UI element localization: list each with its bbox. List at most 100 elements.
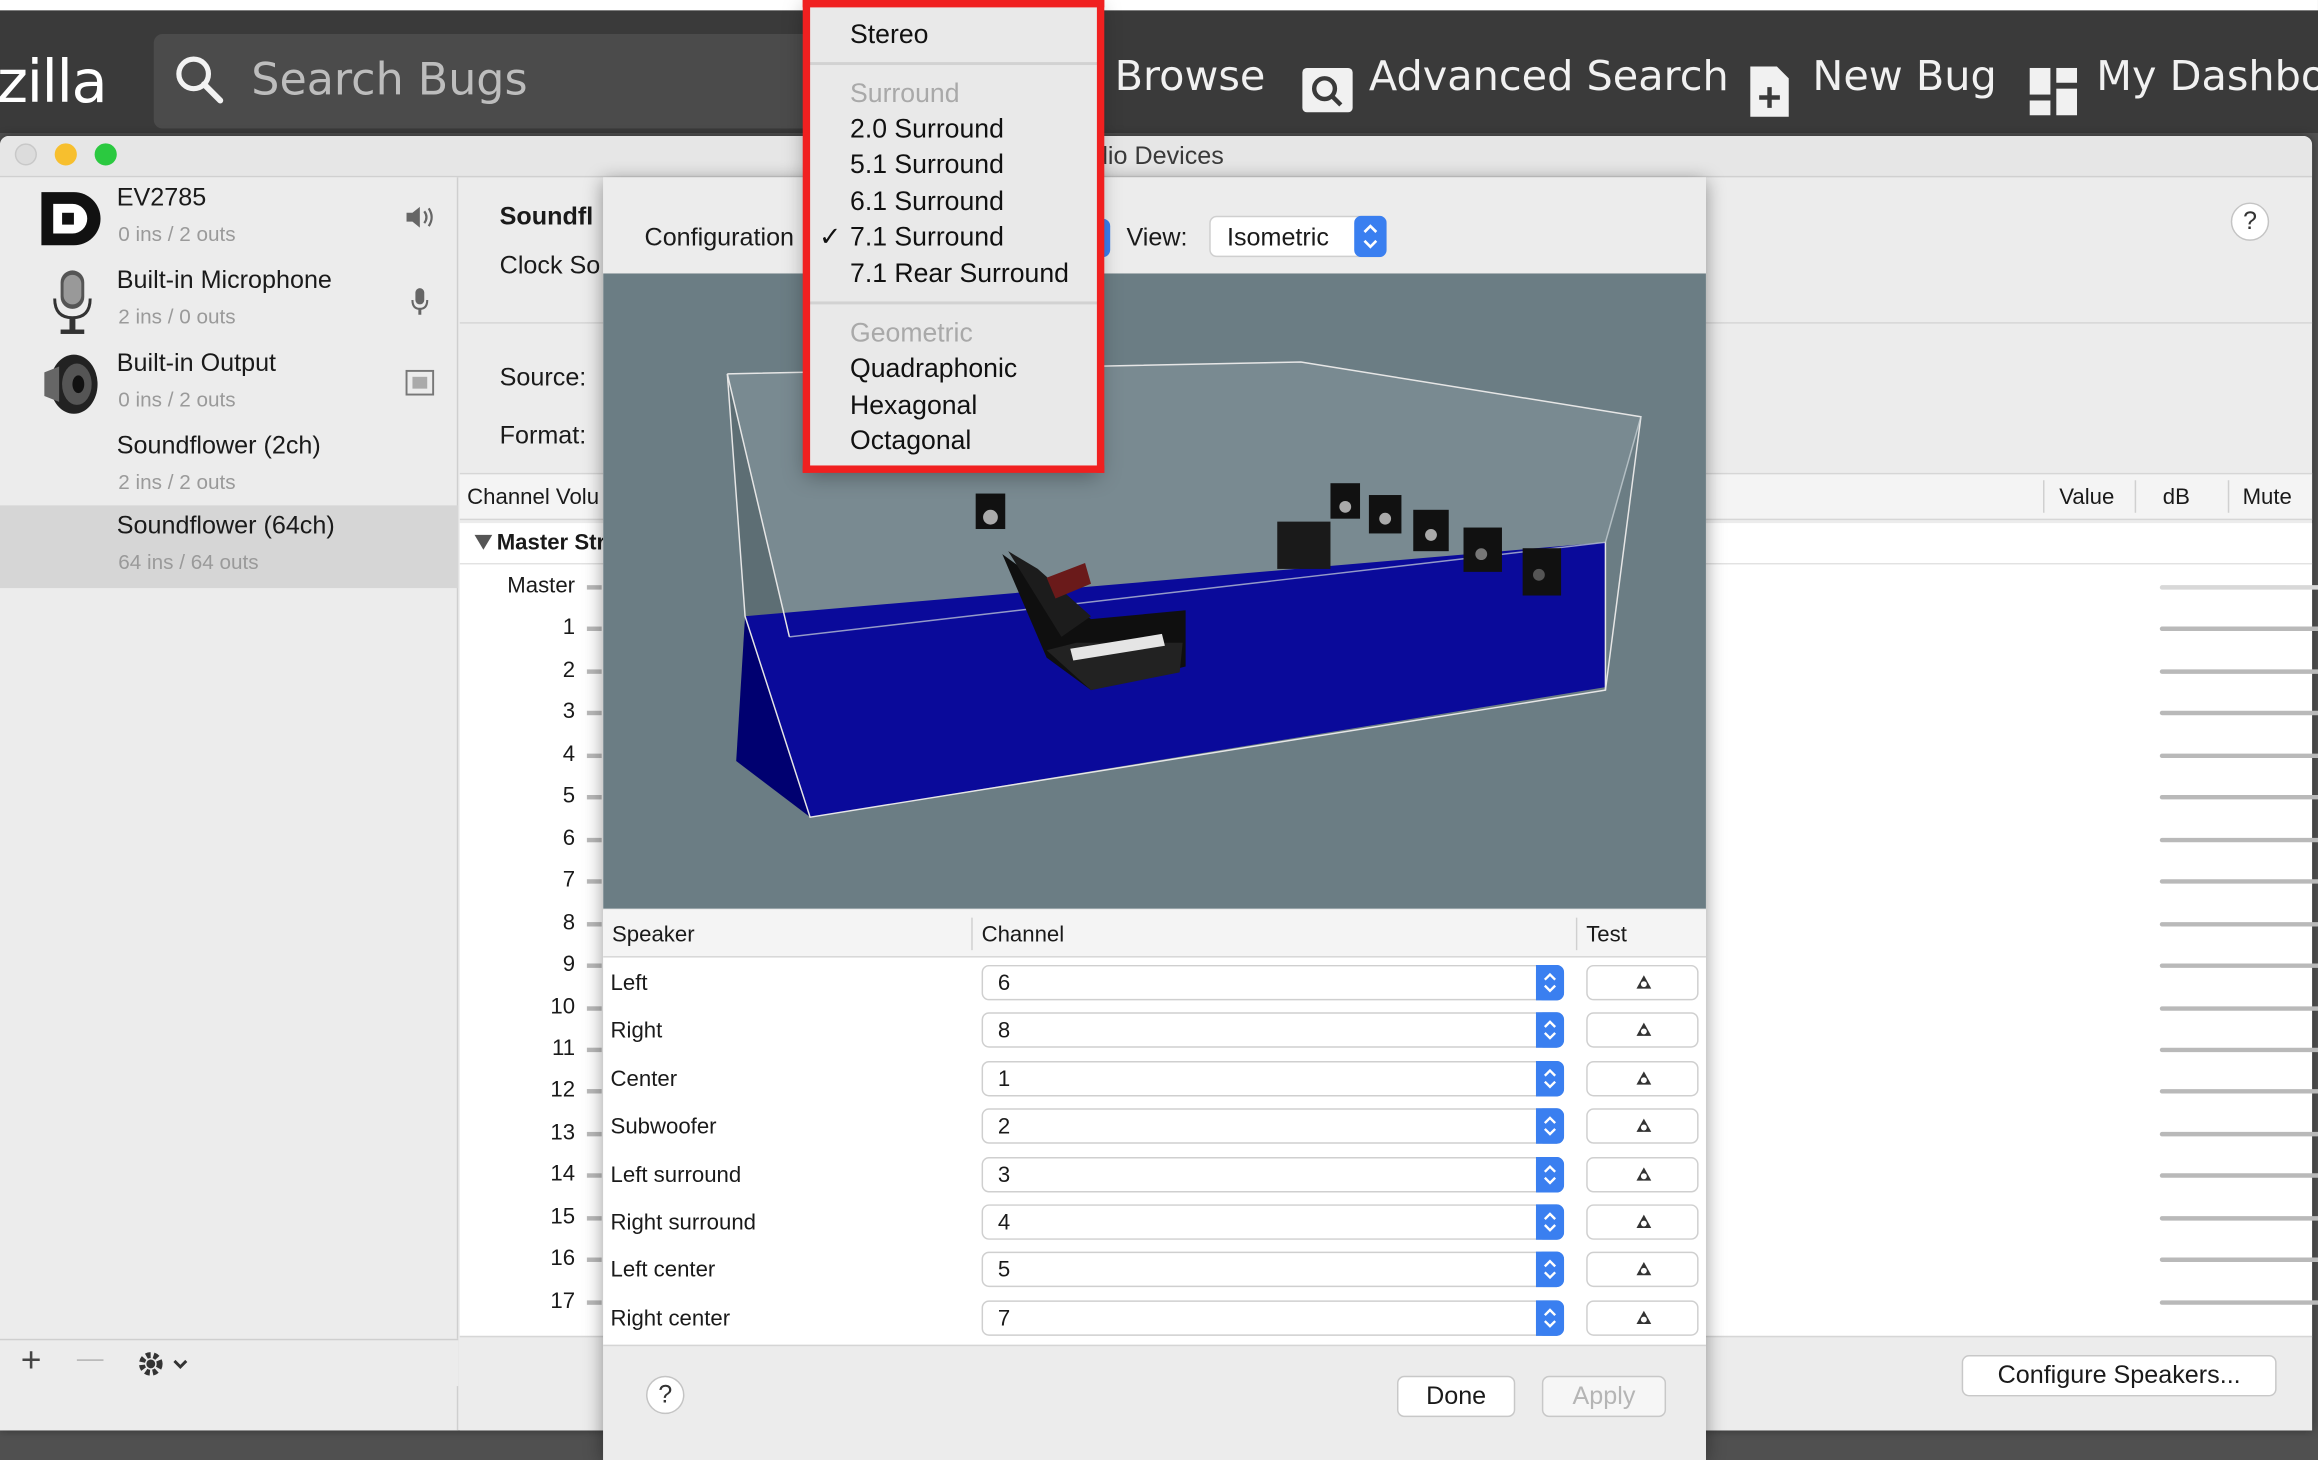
remove-device-button[interactable]: — xyxy=(77,1343,104,1374)
channel-popup[interactable]: 2 xyxy=(981,1108,1565,1145)
column-mute[interactable]: Mute xyxy=(2243,485,2292,510)
column-channel[interactable]: Channel xyxy=(982,922,1065,947)
device-item-soundflower-2ch[interactable]: Soundflower (2ch) 2 ins / 2 outs xyxy=(0,426,458,509)
nav-advanced-search[interactable]: Advanced Search xyxy=(1369,52,1729,101)
channel-number: 14 xyxy=(550,1161,576,1188)
channel-popup[interactable]: 8 xyxy=(981,1012,1565,1049)
device-item-ev2785[interactable]: EV2785 0 ins / 2 outs xyxy=(0,177,458,260)
device-item-built-in-microphone[interactable]: Built-in Microphone 2 ins / 0 outs xyxy=(0,260,458,343)
device-name: EV2785 xyxy=(116,183,207,212)
view-popup[interactable]: Isometric xyxy=(1209,215,1387,258)
search-bugs-field[interactable]: Search Bugs xyxy=(153,33,834,129)
test-speaker-button[interactable] xyxy=(1586,1300,1699,1336)
column-db[interactable]: dB xyxy=(2163,485,2190,510)
window-help-button[interactable]: ? xyxy=(2230,202,2270,241)
volume-slider-track[interactable] xyxy=(2159,963,2318,968)
speaker-row: Center 1 xyxy=(603,1056,1706,1103)
nav-browse[interactable]: Browse xyxy=(1115,52,1266,101)
slider-track-start xyxy=(586,711,602,716)
add-device-button[interactable]: + xyxy=(21,1340,42,1381)
window-title: dio Devices xyxy=(1093,141,1224,170)
channel-number: 4 xyxy=(562,741,576,767)
slider-track-start xyxy=(586,921,602,926)
channel-popup[interactable]: 5 xyxy=(981,1252,1565,1288)
subwoofer-speaker xyxy=(1277,521,1331,569)
volume-slider-track[interactable] xyxy=(2159,879,2318,884)
speaker-row: Left 6 xyxy=(603,961,1706,1008)
channel-number: 11 xyxy=(552,1035,576,1061)
speaker-name: Center xyxy=(610,1066,678,1092)
configure-speakers-button[interactable]: Configure Speakers... xyxy=(1961,1355,2277,1397)
speaker-row: Right center 7 xyxy=(603,1296,1706,1343)
channel-number: 8 xyxy=(562,909,576,935)
test-speaker-button[interactable] xyxy=(1586,1204,1699,1240)
clock-source-label: Clock So xyxy=(499,251,601,280)
zoom-window-button[interactable] xyxy=(94,143,117,166)
test-speaker-button[interactable] xyxy=(1586,1108,1699,1145)
device-title: Soundfl xyxy=(499,202,594,231)
slider-track-start xyxy=(586,795,602,800)
volume-slider-track[interactable] xyxy=(2159,921,2318,926)
test-speaker-button[interactable] xyxy=(1586,1060,1699,1097)
slider-track-start xyxy=(586,1005,602,1011)
volume-slider-track[interactable] xyxy=(2159,627,2318,632)
volume-slider-track[interactable] xyxy=(2159,837,2318,842)
device-item-built-in-output[interactable]: Built-in Output 0 ins / 2 outs xyxy=(0,343,458,426)
apply-button[interactable]: Apply xyxy=(1541,1375,1667,1418)
test-speaker-button[interactable] xyxy=(1586,1252,1699,1288)
channel-number: 17 xyxy=(550,1288,576,1314)
slider-track-start xyxy=(586,1131,602,1137)
volume-slider-track[interactable] xyxy=(2159,1299,2318,1305)
volume-slider-track[interactable] xyxy=(2159,1131,2318,1137)
volume-slider-track[interactable] xyxy=(2159,795,2318,800)
speaker-test-icon xyxy=(1636,1214,1652,1228)
volume-slider-track[interactable] xyxy=(2159,711,2318,716)
channel-popup[interactable]: 4 xyxy=(981,1204,1565,1240)
column-channel-volume[interactable]: Channel Volu xyxy=(467,485,599,510)
nav-my-dashboard[interactable]: My Dashboa xyxy=(2096,52,2318,101)
channel-number: 15 xyxy=(550,1203,576,1230)
sheet-help-button[interactable]: ? xyxy=(646,1375,685,1415)
popup-stepper-icon xyxy=(1535,1060,1565,1097)
test-speaker-button[interactable] xyxy=(1586,1012,1699,1049)
search-icon xyxy=(176,56,224,104)
minimize-window-button[interactable] xyxy=(54,143,77,166)
device-item-soundflower-64ch[interactable]: Soundflower (64ch) 64 ins / 64 outs xyxy=(0,505,459,589)
test-speaker-button[interactable] xyxy=(1586,1156,1699,1192)
volume-slider-track[interactable] xyxy=(2159,1047,2318,1053)
close-window-button[interactable] xyxy=(14,143,37,166)
done-button[interactable]: Done xyxy=(1396,1375,1516,1418)
volume-slider-track[interactable] xyxy=(2159,1089,2318,1095)
master-stream-label: Master Str xyxy=(496,530,606,556)
view-value: Isometric xyxy=(1226,223,1329,252)
speaker-row: Right 8 xyxy=(603,1008,1706,1055)
test-speaker-button[interactable] xyxy=(1586,964,1699,1001)
nav-new-bug[interactable]: New Bug xyxy=(1812,52,1996,101)
channel-popup[interactable]: 1 xyxy=(981,1060,1565,1097)
disclosure-triangle-icon[interactable] xyxy=(474,534,493,550)
volume-slider-track[interactable] xyxy=(2159,669,2318,674)
speaker-volume-icon xyxy=(406,206,433,228)
column-test[interactable]: Test xyxy=(1586,922,1627,947)
volume-slider-track[interactable] xyxy=(2159,1215,2318,1221)
bugzilla-logo[interactable]: zilla xyxy=(0,49,108,117)
volume-slider-track[interactable] xyxy=(2159,1173,2318,1179)
volume-slider-track[interactable] xyxy=(2159,585,2318,590)
gear-icon[interactable] xyxy=(136,1349,192,1379)
channel-popup[interactable]: 3 xyxy=(981,1156,1565,1192)
microphone-icon xyxy=(53,270,92,334)
dashboard-icon xyxy=(2029,67,2078,116)
speaker-test-icon xyxy=(1636,1262,1652,1276)
channel-popup[interactable]: 6 xyxy=(981,964,1565,1001)
device-name: Soundflower (2ch) xyxy=(116,431,321,460)
volume-slider-track[interactable] xyxy=(2159,753,2318,758)
channel-popup[interactable]: 7 xyxy=(981,1300,1565,1336)
column-speaker[interactable]: Speaker xyxy=(612,922,695,947)
slider-track-start xyxy=(586,1047,602,1053)
volume-slider-track[interactable] xyxy=(2159,1257,2318,1263)
speaker-name: Right center xyxy=(610,1305,731,1332)
displayport-icon xyxy=(41,192,101,246)
column-value[interactable]: Value xyxy=(2059,485,2114,510)
volume-slider-track[interactable] xyxy=(2159,1005,2318,1011)
speaker-table-header: Speaker Channel Test xyxy=(603,910,1706,958)
